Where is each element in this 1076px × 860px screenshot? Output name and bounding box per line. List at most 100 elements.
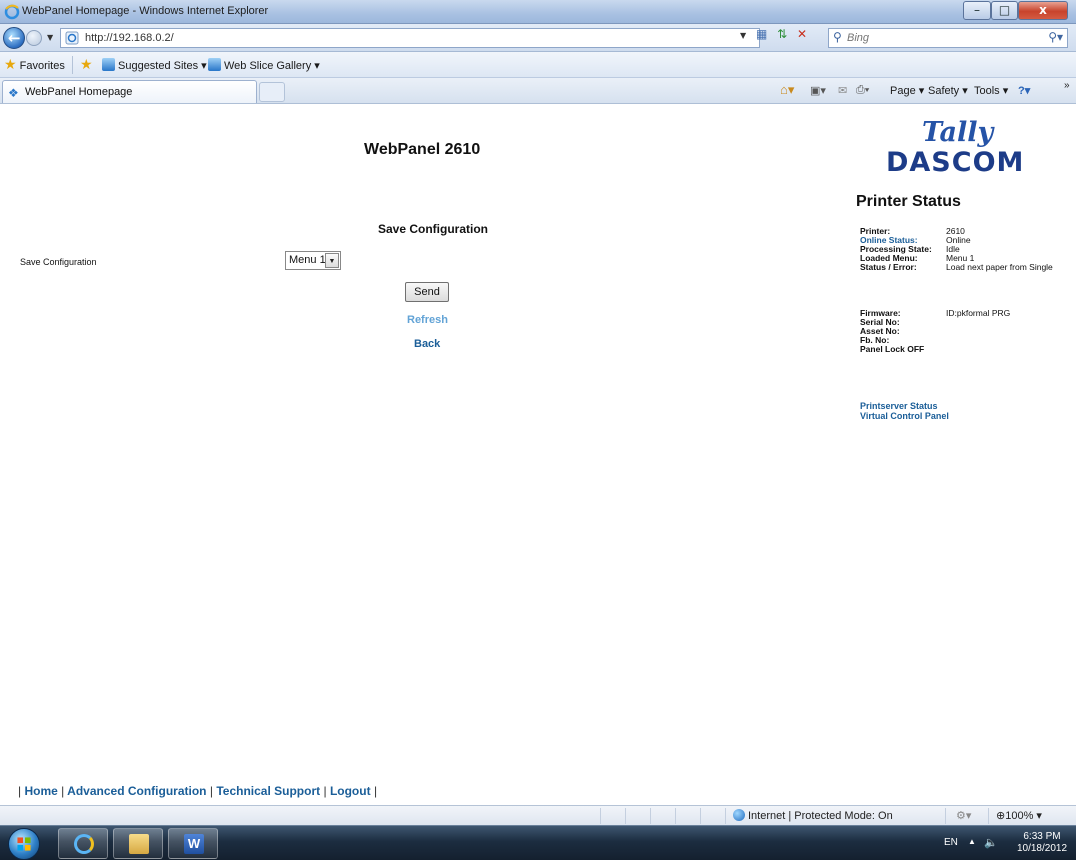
show-hidden-icons[interactable]: ▲ xyxy=(968,837,976,846)
info-row-serial: Serial No: xyxy=(860,317,1060,327)
status-divider xyxy=(650,808,651,824)
chevron-more-icon[interactable]: » xyxy=(1064,80,1070,91)
new-tab-button[interactable] xyxy=(259,82,285,102)
search-go-icon[interactable]: ⚲▾ xyxy=(1048,30,1063,44)
status-row-loaded-menu: Loaded Menu: Menu 1 xyxy=(860,253,1060,263)
web-slice-icon xyxy=(208,58,221,71)
footer-advanced-configuration-link[interactable]: Advanced Configuration xyxy=(67,784,206,798)
help-menu[interactable]: ?▾ xyxy=(1018,84,1030,97)
windows-logo-icon xyxy=(17,837,31,851)
logo-tally-text: Tally xyxy=(922,117,994,148)
page-ie-icon xyxy=(65,31,79,45)
search-input[interactable] xyxy=(847,31,1037,45)
tools-menu[interactable]: Tools ▾ xyxy=(974,84,1008,97)
page-title: WebPanel 2610 xyxy=(364,141,481,158)
status-divider xyxy=(725,808,726,824)
protected-mode-icon[interactable]: ⚙▾ xyxy=(956,809,971,822)
url-text[interactable]: http://192.168.0.2/ xyxy=(85,32,174,44)
status-divider xyxy=(625,808,626,824)
clock[interactable]: 6:33 PM 10/18/2012 xyxy=(1014,831,1070,855)
page-menu[interactable]: Page ▾ xyxy=(890,84,924,97)
address-tools: ▼ ▦ ⇅ ✕ xyxy=(740,27,824,47)
internet-explorer-icon xyxy=(74,834,94,854)
home-icon[interactable]: ⌂▾ xyxy=(780,82,794,98)
search-box[interactable]: ⚲ ⚲▾ xyxy=(828,28,1068,48)
volume-icon[interactable]: 🔈 xyxy=(984,836,998,849)
tab-ie-icon: ❖ xyxy=(8,86,19,100)
close-button[interactable]: x xyxy=(1018,1,1068,20)
web-slice-gallery-link[interactable]: Web Slice Gallery ▾ xyxy=(208,58,320,72)
footer-separator: | xyxy=(61,784,65,798)
section-heading: Save Configuration xyxy=(378,222,489,236)
web-page: WebPanel 2610 Tally DASCOM Save Configur… xyxy=(0,105,1076,805)
printer-info-table: Firmware: ID:pkformal PRG Serial No: Ass… xyxy=(860,308,1060,354)
info-row-asset: Asset No: xyxy=(860,326,1060,336)
zoom-level[interactable]: ⊕100% ▾ xyxy=(996,809,1042,822)
status-row-printer: Printer: 2610 xyxy=(860,226,1060,236)
menu-select[interactable]: Menu 1 ▼ xyxy=(285,251,341,270)
chevron-down-icon[interactable]: ▼ xyxy=(325,253,339,268)
internet-explorer-icon xyxy=(4,4,20,20)
save-configuration-label: Save Configuration xyxy=(20,257,97,267)
footer-logout-link[interactable]: Logout xyxy=(330,784,371,798)
forward-button[interactable] xyxy=(26,30,42,46)
printserver-status-link[interactable]: Printserver Status xyxy=(860,401,938,411)
info-key: Panel Lock OFF xyxy=(860,344,925,354)
refresh-link[interactable]: Refresh xyxy=(407,314,448,326)
tab-row: ❖ WebPanel Homepage ⌂▾ ▣▾ ✉ ⎙▾ Page ▾ Sa… xyxy=(0,78,1076,104)
clock-date: 10/18/2012 xyxy=(1016,843,1068,854)
internet-globe-icon xyxy=(733,809,745,821)
taskbar-microsoft-word[interactable]: W xyxy=(168,828,218,859)
add-to-favorites-bar-button[interactable]: ★ xyxy=(80,56,93,73)
print-icon[interactable]: ⎙▾ xyxy=(856,84,869,97)
security-zone[interactable]: Internet | Protected Mode: On xyxy=(733,809,893,822)
back-arrow-icon: ← xyxy=(8,29,21,47)
taskbar-internet-explorer[interactable] xyxy=(58,828,108,859)
clock-time: 6:33 PM xyxy=(1023,831,1061,842)
browser-status-bar: Internet | Protected Mode: On ⚙▾ ⊕100% ▾ xyxy=(0,805,1076,825)
status-divider xyxy=(675,808,676,824)
virtual-control-panel-link[interactable]: Virtual Control Panel xyxy=(860,411,949,421)
send-button[interactable]: Send xyxy=(405,282,449,302)
read-mail-icon[interactable]: ✉ xyxy=(838,84,847,97)
info-row-panel-lock: Panel Lock OFF xyxy=(860,344,1060,354)
maximize-button[interactable]: □ xyxy=(991,1,1018,20)
info-row-firmware: Firmware: ID:pkformal PRG xyxy=(860,308,1060,318)
footer-separator: | xyxy=(373,784,378,798)
safety-menu[interactable]: Safety ▾ xyxy=(928,84,968,97)
status-divider xyxy=(600,808,601,824)
menu-select-value: Menu 1 xyxy=(289,254,326,266)
footer-home-link[interactable]: Home xyxy=(24,784,57,798)
address-bar[interactable]: http://192.168.0.2/ xyxy=(60,28,760,48)
status-row-online[interactable]: Online Status: Online xyxy=(860,235,1060,245)
suggested-sites-link[interactable]: Suggested Sites ▾ xyxy=(102,58,207,72)
favorites-star-icon: ★ xyxy=(4,56,17,72)
stop-icon[interactable]: ✕ xyxy=(797,27,807,41)
info-row-fb: Fb. No: xyxy=(860,335,1060,345)
minimize-button[interactable]: – xyxy=(963,1,991,20)
compatibility-view-icon[interactable]: ▦ xyxy=(756,27,767,41)
feeds-icon[interactable]: ▣▾ xyxy=(810,84,826,97)
status-row-error: Status / Error: Load next paper from Sin… xyxy=(860,262,1060,282)
status-divider xyxy=(988,808,989,824)
favorites-separator xyxy=(72,56,73,74)
back-button[interactable]: ← xyxy=(3,27,25,49)
favorites-button[interactable]: ★ Favorites xyxy=(4,56,65,73)
windows-taskbar: W EN ▲ 🔈 6:33 PM 10/18/2012 xyxy=(0,825,1076,860)
recent-pages-dropdown-icon[interactable]: ▼ xyxy=(47,33,53,42)
back-link[interactable]: Back xyxy=(414,338,440,350)
web-slice-label: Web Slice Gallery ▾ xyxy=(224,60,320,72)
favorites-bar: ★ Favorites ★ Suggested Sites ▾ Web Slic… xyxy=(0,52,1076,78)
refresh-icon[interactable]: ⇅ xyxy=(777,27,787,41)
address-dropdown-icon[interactable]: ▼ xyxy=(740,31,746,40)
footer-nav: | Home | Advanced Configuration | Techni… xyxy=(18,784,377,798)
taskbar-windows-explorer[interactable] xyxy=(113,828,163,859)
footer-technical-support-link[interactable]: Technical Support xyxy=(216,784,320,798)
tab-webpanel-homepage[interactable]: ❖ WebPanel Homepage xyxy=(2,80,257,103)
suggested-sites-label: Suggested Sites ▾ xyxy=(118,60,207,72)
start-button[interactable] xyxy=(8,828,40,860)
language-indicator[interactable]: EN xyxy=(944,837,958,848)
status-key: Status / Error: xyxy=(860,262,917,272)
command-bar: ⌂▾ ▣▾ ✉ ⎙▾ Page ▾ Safety ▾ Tools ▾ ?▾ » xyxy=(780,80,1072,100)
suggested-sites-icon xyxy=(102,58,115,71)
